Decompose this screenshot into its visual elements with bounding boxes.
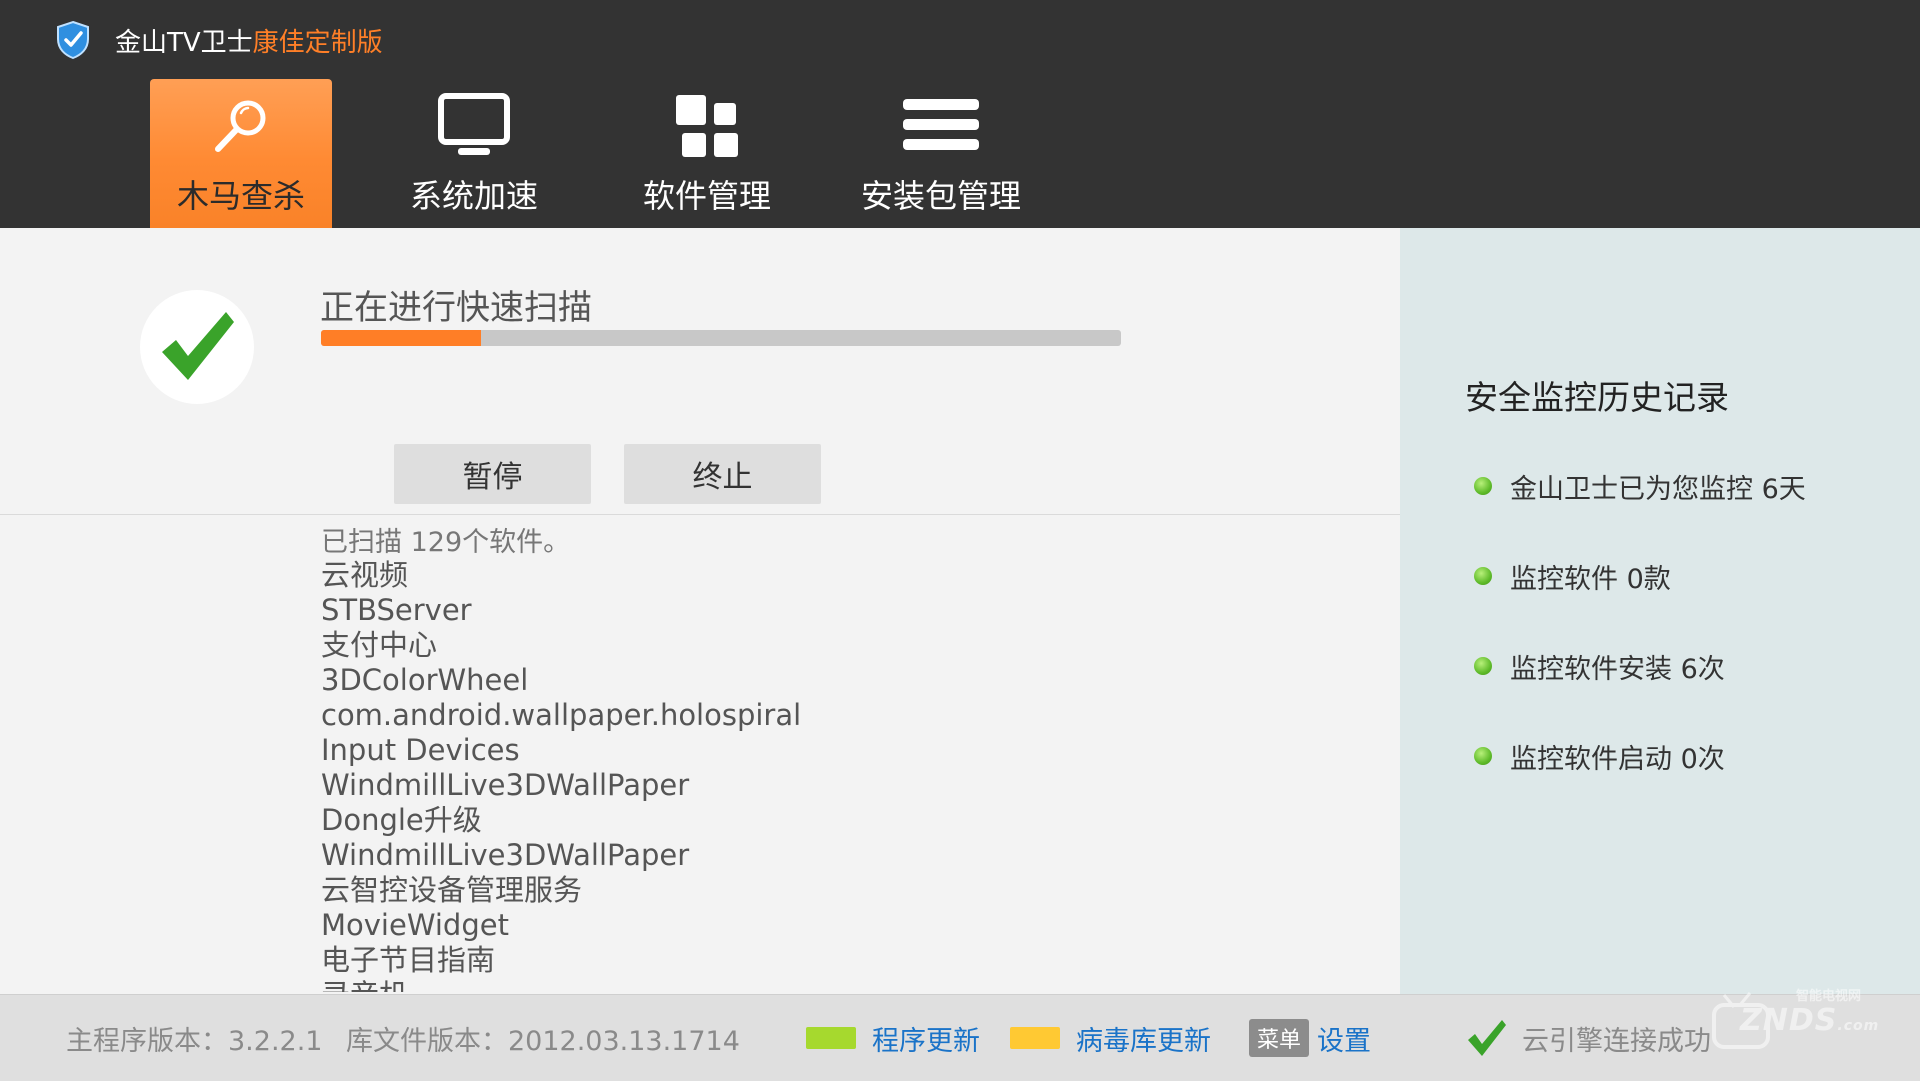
yellow-key-icon bbox=[1010, 1027, 1060, 1049]
history-item-label: 金山卫士已为您监控 6天 bbox=[1510, 473, 1806, 505]
app-name: 金山TV卫士 bbox=[115, 27, 253, 58]
settings-label: 设置 bbox=[1317, 1025, 1372, 1057]
watermark-suffix: .com bbox=[1837, 1018, 1880, 1034]
green-dot-icon bbox=[1474, 567, 1492, 585]
main-version: 主程序版本：3.2.2.1 bbox=[66, 1025, 323, 1057]
green-dot-icon bbox=[1474, 657, 1492, 675]
list-item: 云视频 bbox=[321, 558, 409, 592]
history-title: 安全监控历史记录 bbox=[1465, 378, 1729, 417]
virus-db-update-label: 病毒库更新 bbox=[1076, 1025, 1211, 1057]
stop-button[interactable]: 终止 bbox=[624, 444, 821, 504]
monitor-icon bbox=[438, 93, 510, 155]
pause-button[interactable]: 暂停 bbox=[394, 444, 591, 504]
menu-icon bbox=[903, 99, 979, 150]
status-bar: 主程序版本：3.2.2.1 库文件版本：2012.03.13.1714 程序更新… bbox=[0, 994, 1920, 1081]
list-item: Input Devices bbox=[321, 733, 520, 767]
list-item: 3DColorWheel bbox=[321, 663, 529, 697]
cloud-status-label: 云引擎连接成功 bbox=[1522, 1025, 1711, 1057]
history-item-launches: 监控软件启动 0次 bbox=[1474, 736, 1725, 776]
list-item: WindmillLive3DWallPaper bbox=[321, 838, 690, 872]
tab-system-speedup[interactable]: 系统加速 bbox=[383, 79, 565, 228]
app-edition: 康佳定制版 bbox=[252, 27, 383, 58]
watermark-subtitle: 智能电视网 bbox=[1796, 989, 1862, 1004]
list-item: Dongle升级 bbox=[321, 803, 482, 837]
program-update-button[interactable]: 程序更新 bbox=[806, 995, 980, 1081]
history-item-label: 监控软件安装 6次 bbox=[1510, 653, 1725, 685]
settings-button[interactable]: 菜单 设置 bbox=[1249, 995, 1371, 1081]
tab-software-manage[interactable]: 软件管理 bbox=[616, 79, 798, 228]
app-title-row: 金山TV卫士康佳定制版 bbox=[55, 16, 383, 64]
scan-status-title: 正在进行快速扫描 bbox=[320, 288, 592, 328]
check-icon bbox=[162, 312, 234, 380]
list-item: 电子节目指南 bbox=[321, 943, 496, 977]
watermark-brand: ZNDS bbox=[1740, 1003, 1838, 1038]
menu-key-badge: 菜单 bbox=[1249, 1019, 1310, 1057]
list-item: WindmillLive3DWallPaper bbox=[321, 768, 690, 802]
watermark: 智能电视网 ZNDS.com bbox=[1710, 985, 1880, 1055]
scanned-count: 已扫描 129个软件。 bbox=[321, 527, 571, 558]
tab-label: 软件管理 bbox=[642, 177, 771, 215]
history-item-label: 监控软件 0款 bbox=[1510, 563, 1671, 595]
cloud-status: 云引擎连接成功 bbox=[1466, 995, 1711, 1081]
tab-package-manage[interactable]: 安装包管理 bbox=[850, 79, 1032, 228]
history-item-monitor-days: 金山卫士已为您监控 6天 bbox=[1474, 466, 1806, 506]
green-dot-icon bbox=[1474, 747, 1492, 765]
scanned-app-list: 云视频 STBServer 支付中心 3DColorWheel com.andr… bbox=[321, 558, 1321, 992]
search-icon bbox=[215, 100, 266, 152]
scan-progress-fill bbox=[321, 330, 481, 346]
check-icon bbox=[1468, 1020, 1506, 1056]
tab-trojan-scan[interactable]: 木马查杀 bbox=[150, 79, 332, 228]
scan-progress-bar bbox=[321, 330, 1121, 346]
green-dot-icon bbox=[1474, 477, 1492, 495]
grid-icon bbox=[676, 95, 738, 157]
history-panel: 安全监控历史记录 金山卫士已为您监控 6天 监控软件 0款 监控软件安装 6次 … bbox=[1400, 228, 1920, 994]
list-item: 支付中心 bbox=[321, 628, 438, 662]
app-title: 金山TV卫士康佳定制版 bbox=[115, 22, 383, 59]
history-item-installs: 监控软件安装 6次 bbox=[1474, 646, 1725, 686]
list-item: 云智控设备管理服务 bbox=[321, 873, 583, 907]
tab-label: 木马查杀 bbox=[176, 177, 305, 215]
divider bbox=[0, 514, 1400, 515]
history-item-monitored-apps: 监控软件 0款 bbox=[1474, 556, 1671, 596]
virus-db-update-button[interactable]: 病毒库更新 bbox=[1010, 995, 1211, 1081]
list-item: com.android.wallpaper.holospiral bbox=[321, 698, 802, 732]
green-key-icon bbox=[806, 1027, 856, 1049]
list-item: STBServer bbox=[321, 593, 472, 627]
list-item: MovieWidget bbox=[321, 908, 509, 942]
list-item: 录音机 bbox=[321, 978, 1321, 992]
watermark-logo-text: ZNDS.com bbox=[1740, 1003, 1879, 1038]
shield-logo-icon bbox=[57, 20, 89, 60]
tab-label: 安装包管理 bbox=[860, 177, 1021, 215]
top-bar: 金山TV卫士康佳定制版 木马查杀 系统加速 软件管理 安装包管理 bbox=[0, 0, 1920, 228]
program-update-label: 程序更新 bbox=[872, 1025, 980, 1057]
tab-label: 系统加速 bbox=[409, 177, 538, 215]
status-badge bbox=[140, 290, 254, 404]
scan-panel: 正在进行快速扫描 暂停 终止 已扫描 129个软件。 云视频 STBServer… bbox=[0, 228, 1400, 994]
history-item-label: 监控软件启动 0次 bbox=[1510, 743, 1725, 775]
library-version: 库文件版本：2012.03.13.1714 bbox=[346, 1025, 740, 1057]
